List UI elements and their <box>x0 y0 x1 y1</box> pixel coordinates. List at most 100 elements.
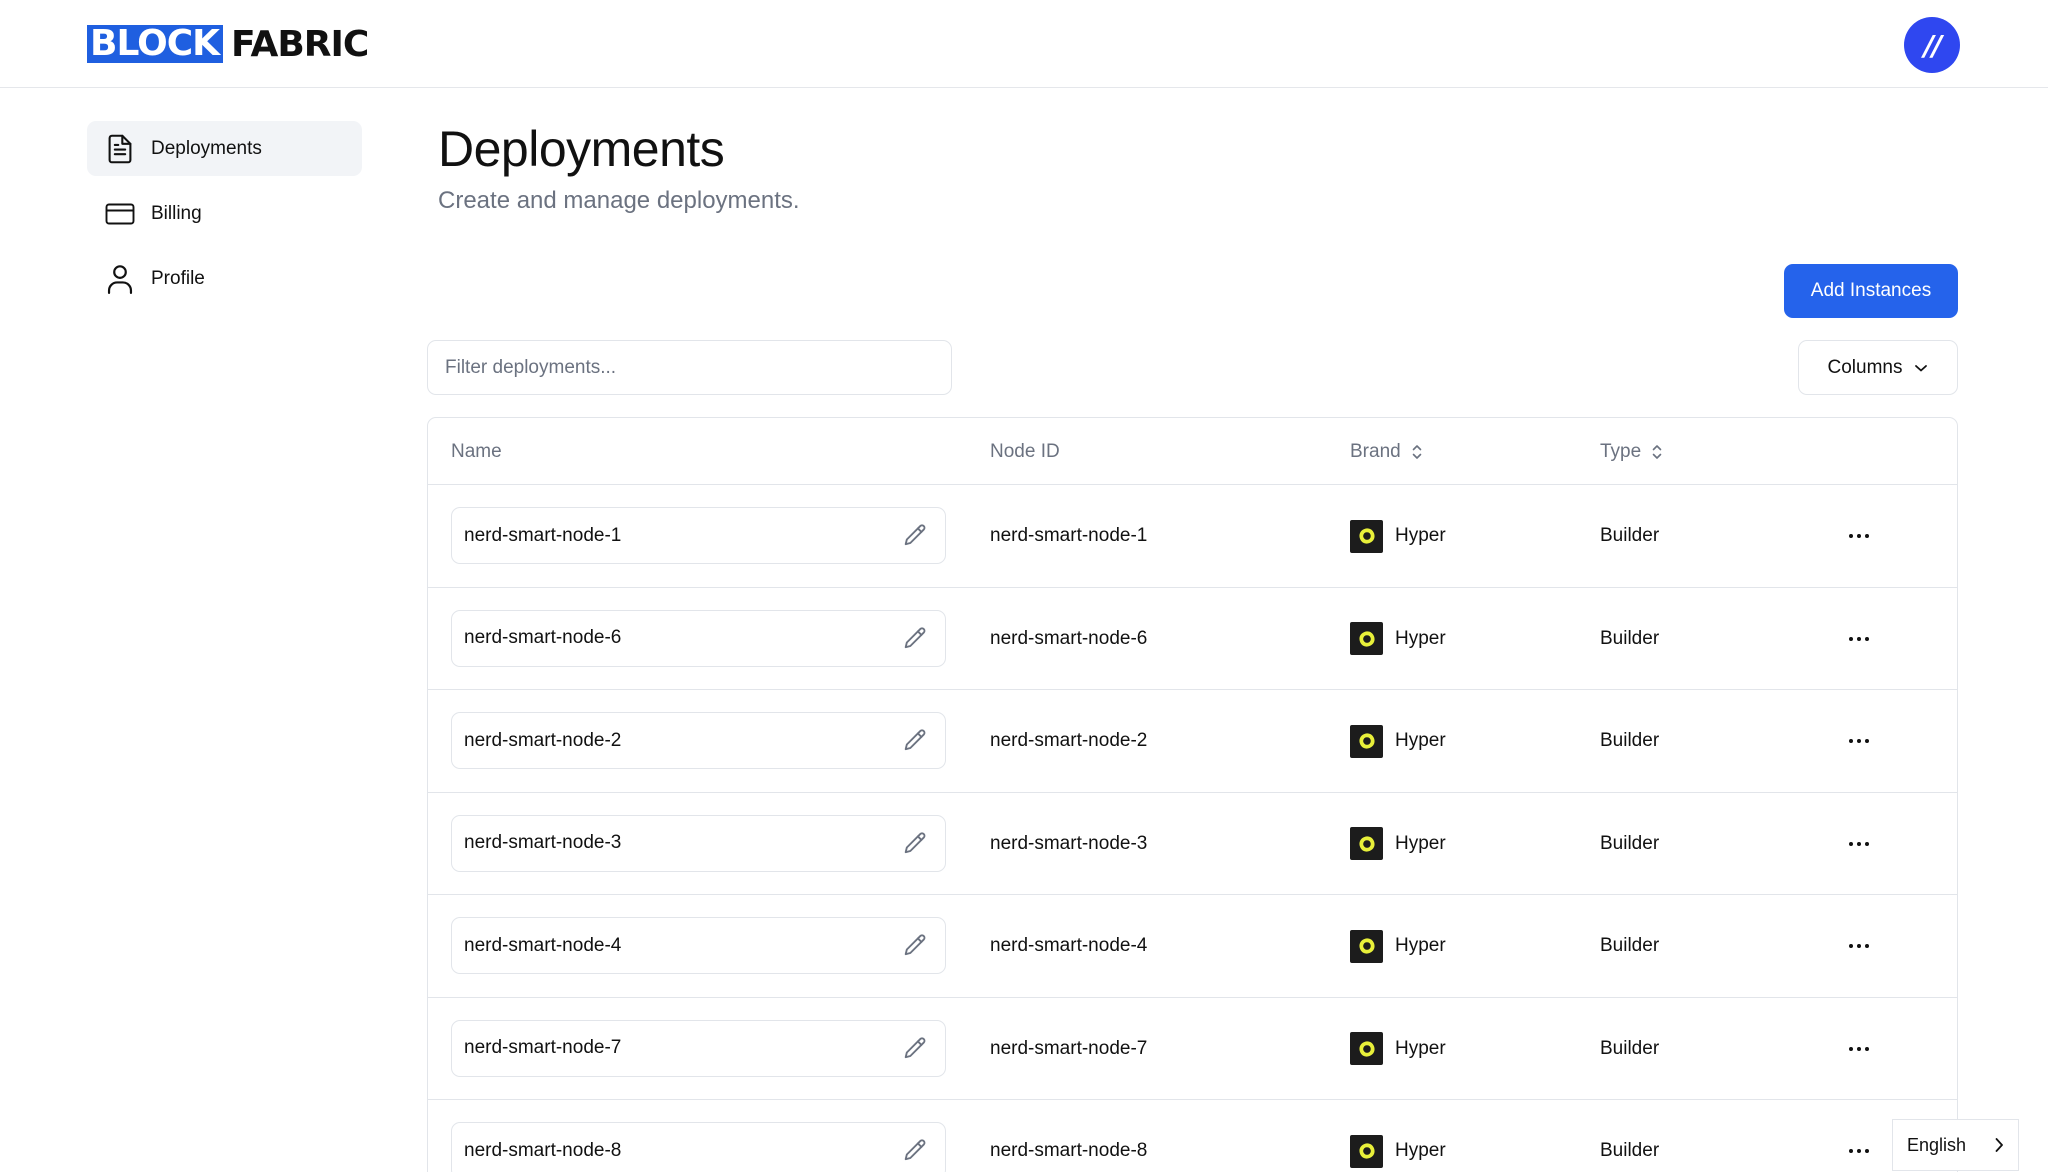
hyper-brand-icon <box>1350 929 1383 963</box>
filter-deployments-input[interactable] <box>427 340 952 395</box>
sidebar-item-label: Billing <box>151 202 202 224</box>
deployment-type: Builder <box>1600 1037 1660 1059</box>
hyper-brand-icon <box>1350 724 1383 758</box>
deployment-name: nerd-smart-node-6 <box>464 627 622 648</box>
deployment-name-field[interactable]: nerd-smart-node-1 <box>451 507 946 564</box>
sort-icon[interactable] <box>1411 443 1423 461</box>
brand-name: Hyper <box>1395 730 1446 752</box>
brand-cell: Hyper <box>1350 485 1446 588</box>
brand-name: Hyper <box>1395 935 1446 957</box>
chevron-down-icon <box>1914 363 1928 373</box>
deployment-type: Builder <box>1600 935 1660 957</box>
columns-button-label: Columns <box>1827 356 1903 378</box>
block-fabric-logo[interactable]: BLOCK FABRIC <box>87 23 369 65</box>
pencil-icon[interactable] <box>901 522 929 550</box>
logo-fabric-text: FABRIC <box>231 23 369 65</box>
table-row: nerd-smart-node-8 nerd-smart-node-8 Hype… <box>428 1100 1957 1172</box>
table-row: nerd-smart-node-4 nerd-smart-node-4 Hype… <box>428 895 1957 998</box>
deployment-type: Builder <box>1600 525 1660 547</box>
brand-cell: Hyper <box>1350 690 1446 793</box>
brand-name: Hyper <box>1395 1140 1446 1162</box>
sort-icon[interactable] <box>1651 443 1663 461</box>
table-row: nerd-smart-node-7 nerd-smart-node-7 Hype… <box>428 998 1957 1101</box>
more-options-icon[interactable] <box>1844 1100 1874 1172</box>
brand-cell: Hyper <box>1350 1100 1446 1172</box>
deployment-type: Builder <box>1600 832 1660 854</box>
top-bar: BLOCK FABRIC // <box>0 0 2048 88</box>
page-title: Deployments <box>438 121 725 177</box>
deployment-name: nerd-smart-node-3 <box>464 832 622 853</box>
hyper-brand-icon <box>1350 1032 1383 1066</box>
sidebar-item-label: Profile <box>151 267 205 289</box>
brand-name: Hyper <box>1395 1037 1446 1059</box>
sidebar-item-deployments[interactable]: Deployments <box>87 121 362 176</box>
sidebar: Deployments Billing Profile <box>87 121 362 316</box>
deployment-name: nerd-smart-node-4 <box>464 934 622 956</box>
column-header-node-id: Node ID <box>990 418 1060 485</box>
sidebar-item-profile[interactable]: Profile <box>87 251 362 306</box>
user-icon <box>105 264 135 294</box>
table-row: nerd-smart-node-3 nerd-smart-node-3 Hype… <box>428 793 1957 896</box>
deployment-name-field[interactable]: nerd-smart-node-2 <box>451 712 946 769</box>
deployment-name: nerd-smart-node-8 <box>464 1139 622 1161</box>
pencil-icon[interactable] <box>901 625 929 653</box>
document-icon <box>105 134 135 164</box>
deployment-type: Builder <box>1600 627 1660 649</box>
node-id: nerd-smart-node-7 <box>990 1037 1148 1059</box>
column-header-type[interactable]: Type <box>1600 418 1663 485</box>
pencil-icon[interactable] <box>901 1137 929 1165</box>
column-header-name: Name <box>451 418 502 485</box>
table-body: nerd-smart-node-1 nerd-smart-node-1 Hype… <box>428 485 1957 1172</box>
brand-cell: Hyper <box>1350 793 1446 896</box>
more-options-icon[interactable] <box>1844 588 1874 691</box>
brand-name: Hyper <box>1395 627 1446 649</box>
hyper-brand-icon <box>1350 622 1383 656</box>
more-options-icon[interactable] <box>1844 793 1874 896</box>
column-header-label: Name <box>451 440 502 462</box>
table-row: nerd-smart-node-1 nerd-smart-node-1 Hype… <box>428 485 1957 588</box>
page-subtitle: Create and manage deployments. <box>438 187 800 214</box>
more-options-icon[interactable] <box>1844 690 1874 793</box>
node-id: nerd-smart-node-8 <box>990 1140 1148 1162</box>
sidebar-item-billing[interactable]: Billing <box>87 186 362 241</box>
language-label: English <box>1907 1134 1967 1155</box>
column-header-label: Node ID <box>990 440 1060 462</box>
add-instances-button[interactable]: Add Instances <box>1784 264 1958 318</box>
more-options-icon[interactable] <box>1844 998 1874 1101</box>
deployment-type: Builder <box>1600 1140 1660 1162</box>
deployment-type: Builder <box>1600 730 1660 752</box>
deployment-name-field[interactable]: nerd-smart-node-3 <box>451 814 946 872</box>
chevron-right-icon <box>1994 1136 2004 1154</box>
pencil-icon[interactable] <box>901 1035 929 1063</box>
hyper-brand-icon <box>1350 519 1383 553</box>
table-row: nerd-smart-node-2 nerd-smart-node-2 Hype… <box>428 690 1957 793</box>
more-options-icon[interactable] <box>1844 895 1874 998</box>
node-id: nerd-smart-node-3 <box>990 832 1148 854</box>
node-id: nerd-smart-node-1 <box>990 525 1148 547</box>
credit-card-icon <box>105 199 135 229</box>
deployment-name-field[interactable]: nerd-smart-node-7 <box>451 1019 946 1077</box>
sidebar-item-label: Deployments <box>151 137 262 159</box>
deployment-name-field[interactable]: nerd-smart-node-4 <box>451 917 946 974</box>
pencil-icon[interactable] <box>901 830 929 858</box>
deployment-name-field[interactable]: nerd-smart-node-6 <box>451 609 946 667</box>
language-selector[interactable]: English <box>1892 1119 2019 1171</box>
more-options-icon[interactable] <box>1844 485 1874 588</box>
column-header-brand[interactable]: Brand <box>1350 418 1423 485</box>
deployment-name-field[interactable]: nerd-smart-node-8 <box>451 1122 946 1172</box>
hyper-brand-icon <box>1350 827 1383 861</box>
pencil-icon[interactable] <box>901 727 929 755</box>
logo-block-text: BLOCK <box>87 25 224 63</box>
columns-dropdown-button[interactable]: Columns <box>1798 340 1958 395</box>
table-row: nerd-smart-node-6 nerd-smart-node-6 Hype… <box>428 588 1957 691</box>
brand-cell: Hyper <box>1350 895 1446 998</box>
hyper-brand-icon <box>1350 1134 1383 1168</box>
column-header-label: Type <box>1600 440 1642 462</box>
pencil-icon[interactable] <box>901 932 929 960</box>
avatar[interactable]: // <box>1904 17 1960 73</box>
brand-cell: Hyper <box>1350 998 1446 1101</box>
brand-name: Hyper <box>1395 525 1446 547</box>
brand-cell: Hyper <box>1350 588 1446 691</box>
deployment-name: nerd-smart-node-2 <box>464 729 622 751</box>
brand-name: Hyper <box>1395 832 1446 854</box>
